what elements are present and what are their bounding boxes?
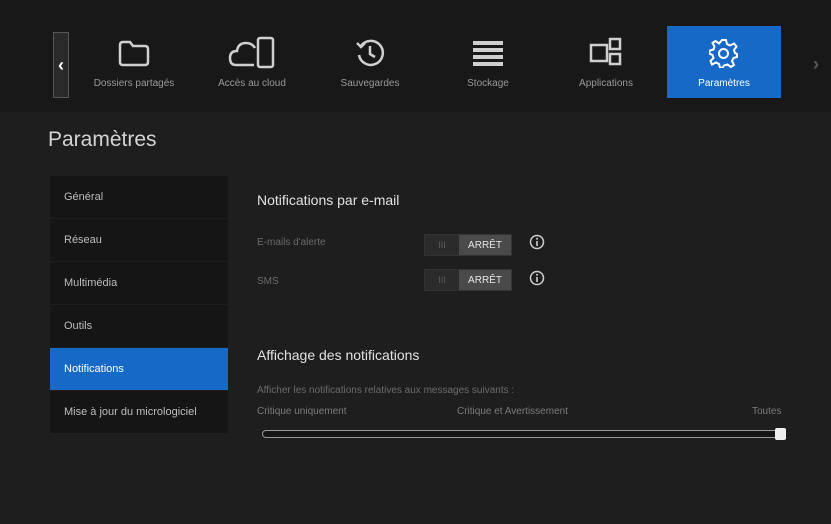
- tab-storage[interactable]: Stockage: [431, 26, 545, 98]
- tab-label: Accès au cloud: [218, 78, 286, 89]
- folder-icon: [117, 34, 151, 72]
- tab-applications[interactable]: Applications: [549, 26, 663, 98]
- info-icon[interactable]: [529, 270, 545, 286]
- storage-icon: [471, 34, 505, 72]
- history-icon: [354, 34, 386, 72]
- sidebar-item-tools[interactable]: Outils: [50, 305, 228, 347]
- sidebar-item-general[interactable]: Général: [50, 176, 228, 218]
- apps-icon: [589, 34, 623, 72]
- sidebar-item-notifications[interactable]: Notifications: [50, 348, 228, 390]
- tab-label: Sauvegardes: [340, 78, 400, 89]
- level-label-critical-only: Critique uniquement: [257, 406, 347, 417]
- sms-label: SMS: [257, 276, 279, 287]
- sidebar-item-firmware-update[interactable]: Mise à jour du micrologiciel: [50, 391, 228, 433]
- tab-cloud-access[interactable]: Accès au cloud: [195, 26, 309, 98]
- level-label-all: Toutes: [752, 406, 782, 417]
- notification-level-slider[interactable]: [262, 430, 785, 438]
- toggle-state: ARRÊT: [459, 235, 511, 255]
- email-notifications-heading: Notifications par e-mail: [257, 192, 400, 208]
- next-arrow-button[interactable]: ›: [808, 32, 824, 96]
- toggle-state: ARRÊT: [459, 270, 511, 290]
- alert-emails-label: E-mails d'alerte: [257, 237, 326, 248]
- sms-toggle[interactable]: III ARRÊT: [424, 269, 512, 291]
- alert-emails-toggle[interactable]: III ARRÊT: [424, 234, 512, 256]
- page-title: Paramètres: [48, 128, 157, 151]
- sidebar-item-multimedia[interactable]: Multimédia: [50, 262, 228, 304]
- toggle-knob: III: [425, 270, 459, 290]
- top-navigation-bar: ‹ Dossiers partagés Accès au cloud Sauve…: [0, 0, 831, 112]
- sidebar-item-network[interactable]: Réseau: [50, 219, 228, 261]
- gear-icon: [709, 34, 739, 72]
- settings-sidebar: Général Réseau Multimédia Outils Notific…: [50, 176, 228, 434]
- toggle-knob: III: [425, 235, 459, 255]
- level-label-critical-warning: Critique et Avertissement: [457, 406, 568, 417]
- tab-label: Stockage: [467, 78, 509, 89]
- notification-display-heading: Affichage des notifications: [257, 347, 420, 363]
- previous-arrow-button[interactable]: ‹: [53, 32, 69, 98]
- tab-label: Applications: [579, 78, 633, 89]
- tab-label: Dossiers partagés: [93, 78, 175, 89]
- slider-thumb[interactable]: [775, 428, 786, 440]
- cloud-device-icon: [228, 34, 276, 72]
- info-icon[interactable]: [529, 234, 545, 250]
- tab-shared-folders[interactable]: Dossiers partagés: [77, 26, 191, 98]
- notification-display-hint: Afficher les notifications relatives aux…: [257, 385, 515, 396]
- tab-backups[interactable]: Sauvegardes: [313, 26, 427, 98]
- tab-settings[interactable]: Paramètres: [667, 26, 781, 98]
- main-tabs: Dossiers partagés Accès au cloud Sauvega…: [77, 26, 785, 98]
- tab-label: Paramètres: [698, 78, 750, 89]
